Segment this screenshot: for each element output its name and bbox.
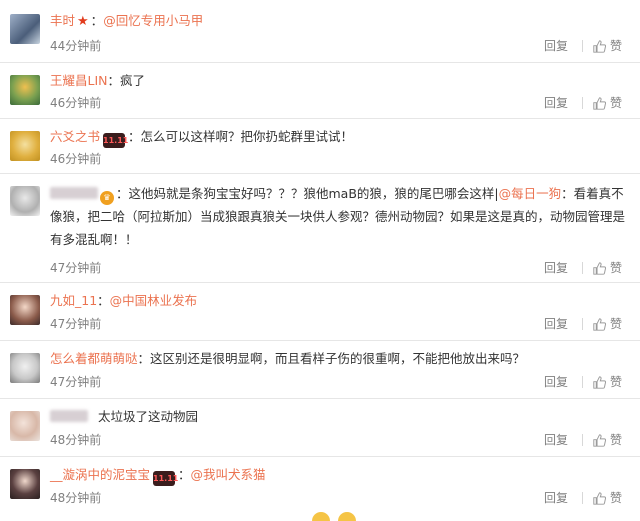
comment-time: 46分钟前 [50,96,102,110]
comment-item: 九如_11：@中国林业发布 47分钟前 回复 赞 [0,283,640,339]
comment-username[interactable]: __漩涡中的泥宝宝 [50,467,150,482]
thumbs-up-icon [593,39,606,53]
avatar[interactable] [10,75,40,105]
mention-link[interactable]: @我叫犬系猫 [191,467,266,482]
crown-badge-icon: ♛ [100,191,114,205]
thumbs-up-icon [593,375,606,389]
comment-username[interactable]: 怎么着都萌萌哒 [50,351,138,366]
comment-username[interactable]: 王耀昌LIN [50,73,108,88]
comment-text: ：这区别还是很明显啊，而且看样子伤的很重啊，不能把他放出来吗？ [137,351,526,366]
mention-link[interactable]: @每日一狗 [499,186,562,201]
comment-item: 怎么着都萌萌哒：这区别还是很明显啊，而且看样子伤的很重啊，不能把他放出来吗？ 4… [0,341,640,397]
avatar[interactable] [10,469,40,499]
comment-text: ：疯了 [107,73,146,88]
like-label: 赞 [609,39,622,53]
reply-button[interactable]: 回复 [544,431,568,449]
comment-time: 47分钟前 [50,375,102,389]
comment-item: 王耀昌LIN：疯了 46分钟前 回复 赞 [0,63,640,118]
comment-text: 太垃圾了这动物园 [98,409,199,424]
like-label: 赞 [609,261,622,275]
comment-time: 46分钟前 [50,152,102,166]
like-button[interactable]: 赞 [593,373,622,391]
comment-username[interactable]: 丰时 [50,13,75,28]
reply-button[interactable]: 回复 [544,373,568,391]
comment-text: ： [97,293,110,308]
thumbs-up-icon [593,491,606,505]
avatar[interactable] [10,353,40,383]
comment-item: ♛ ：这他妈就是条狗宝宝好吗？？？狼他maB的狼，狼的尾巴哪会这样|@每日一狗：看… [0,174,640,280]
mention-link[interactable]: @回忆专用小马甲 [103,13,203,28]
like-button[interactable]: 赞 [593,489,622,507]
comment-item: 丰时 ★ ：@回忆专用小马甲 44分钟前 回复 赞 [0,0,640,60]
divider [581,492,583,504]
reply-button[interactable]: 回复 [544,94,568,112]
star-badge-icon: ★ [77,14,89,29]
like-label: 赞 [609,375,622,389]
comment-time: 48分钟前 [50,433,102,447]
avatar[interactable] [10,411,40,441]
divider [581,318,583,330]
comment-username[interactable]: 九如_11 [50,293,97,308]
thumbs-up-icon [593,261,606,275]
reply-button[interactable]: 回复 [544,259,568,277]
like-label: 赞 [609,317,622,331]
avatar[interactable] [10,131,40,161]
comment-text: ： [178,467,191,482]
like-label: 赞 [609,433,622,447]
like-button[interactable]: 赞 [593,94,622,112]
comment-time: 47分钟前 [50,261,102,275]
avatar[interactable] [10,186,40,216]
reply-button[interactable]: 回复 [544,37,568,55]
thumbs-up-icon [593,433,606,447]
reply-button[interactable]: 回复 [544,489,568,507]
reply-button[interactable]: 回复 [544,315,568,333]
thumbs-up-icon [593,317,606,331]
comment-item: 太垃圾了这动物园 48分钟前 回复 赞 [0,399,640,455]
mention-link[interactable]: @中国林业发布 [110,293,198,308]
vip-badge-icon: 11.11 [103,133,128,148]
like-button[interactable]: 赞 [593,259,622,277]
like-button[interactable]: 赞 [593,37,622,55]
redacted-username [50,187,98,199]
like-label: 赞 [609,491,622,505]
divider [581,97,583,109]
divider [581,434,583,446]
thumbs-up-icon [593,96,606,110]
avatar[interactable] [10,295,40,325]
like-button[interactable]: 赞 [593,315,622,333]
divider [581,262,583,274]
comment-text: ：这他妈就是条狗宝宝好吗？？？狼他maB的狼，狼的尾巴哪会这样| [116,186,499,201]
like-button[interactable]: 赞 [593,431,622,449]
divider [581,40,583,52]
comment-time: 47分钟前 [50,317,102,331]
comment-username[interactable]: 六爻之书 [50,129,100,144]
like-label: 赞 [609,96,622,110]
avatar[interactable] [10,14,40,44]
redacted-username [50,410,88,422]
comment-time: 44分钟前 [50,39,102,53]
comment-time: 48分钟前 [50,491,102,505]
divider [581,376,583,388]
comment-text: ：怎么可以这样啊？把你扔蛇群里试试！ [128,129,354,144]
vip-badge-icon: 11.11 [153,471,178,486]
comment-item: 六爻之书 11.11：怎么可以这样啊？把你扔蛇群里试试！ 46分钟前 [0,119,640,171]
